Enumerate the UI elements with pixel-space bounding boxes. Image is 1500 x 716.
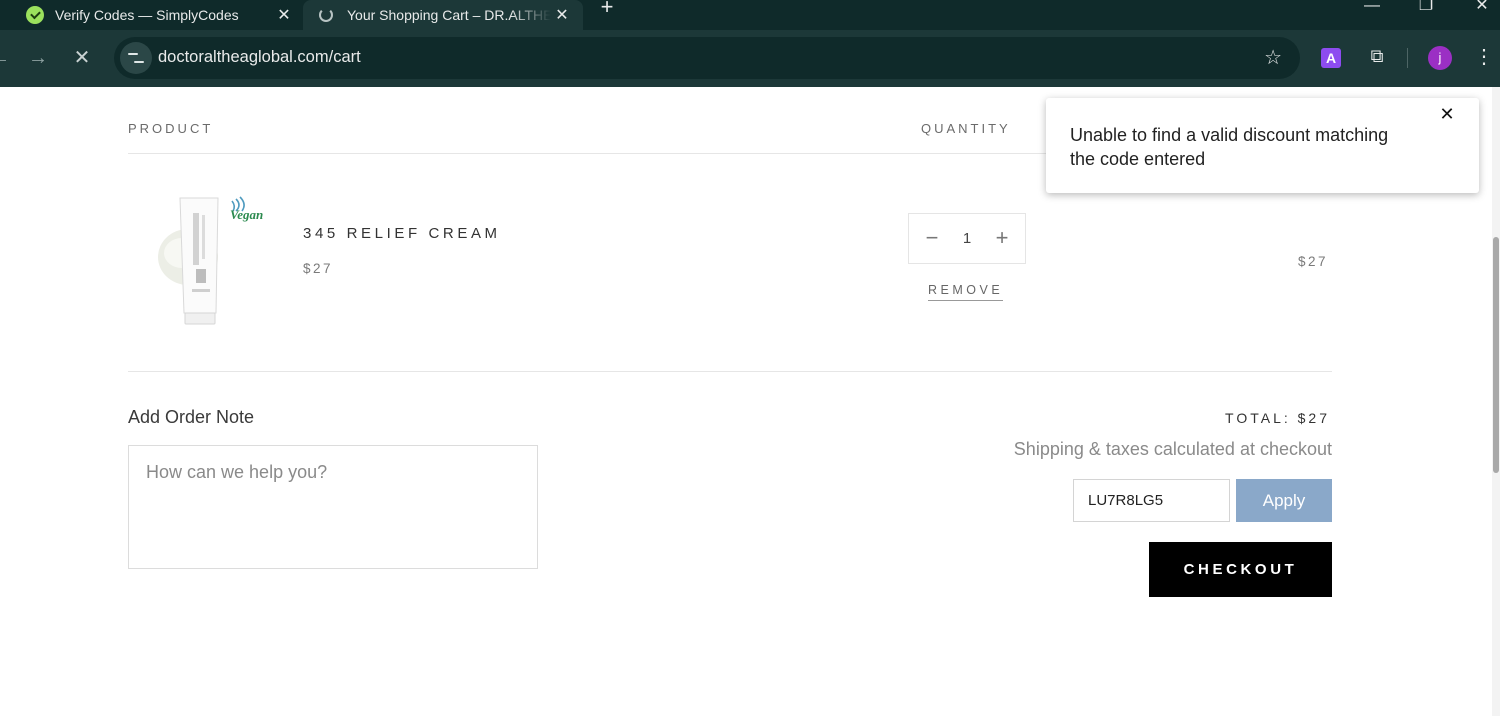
product-name[interactable]: 345 RELIEF CREAM [303,225,501,242]
order-note-textarea[interactable] [128,445,538,569]
decrease-quantity-button[interactable]: − [919,226,945,252]
restore-icon[interactable]: ❐ [1406,0,1446,24]
browser-menu-icon[interactable]: ⋮ [1474,46,1494,70]
browser-toolbar: ← → ✕ doctoraltheaglobal.com/cart ☆ A ⧉ … [0,30,1500,87]
back-icon[interactable]: ← [0,44,14,72]
quantity-value[interactable]: 1 [953,230,981,247]
address-bar[interactable]: doctoraltheaglobal.com/cart ☆ [114,37,1300,79]
checkout-button[interactable]: CHECKOUT [1149,542,1332,597]
discount-code-input[interactable] [1073,479,1230,522]
new-tab-icon[interactable]: + [596,0,618,22]
line-item-total: $27 [1298,254,1329,269]
order-note-label: Add Order Note [128,407,255,427]
tab-title: Verify Codes — SimplyCodes [55,7,239,23]
remove-item-link[interactable]: REMOVE [928,283,1004,301]
apply-discount-button[interactable]: Apply [1236,479,1332,522]
site-info-icon[interactable] [120,42,152,74]
tab-title: Your Shopping Cart – DR.ALTHEA [347,7,551,23]
page-scrollbar[interactable] [1492,87,1500,716]
tab-close-icon[interactable]: ✕ [551,5,573,25]
loading-spinner-icon [319,8,333,22]
product-image[interactable]: Vegan [152,195,272,325]
toolbar-divider [1407,48,1408,68]
quantity-column-header: QUANTITY [921,121,1011,136]
increase-quantity-button[interactable]: + [989,226,1015,252]
extensions-puzzle-icon[interactable]: ⧉ [1366,46,1388,68]
vegan-badge: Vegan [230,207,263,222]
quantity-stepper: − 1 + [908,213,1026,264]
stop-loading-icon[interactable]: ✕ [68,44,96,72]
simplycodes-favicon-icon [26,6,44,24]
product-price: $27 [303,261,334,276]
discount-error-toast: Unable to find a valid discount matching… [1046,98,1479,193]
tab-close-icon[interactable]: ✕ [273,5,295,25]
browser-tab-strip: Verify Codes — SimplyCodes ✕ Your Shoppi… [0,0,1500,30]
cart-total: TOTAL: $27 [1225,410,1330,426]
scrollbar-thumb[interactable] [1493,237,1499,473]
profile-avatar[interactable]: j [1428,46,1452,70]
product-column-header: PRODUCT [128,121,214,136]
cart-divider [128,371,1332,372]
url-text[interactable]: doctoraltheaglobal.com/cart [158,48,361,67]
tab-shopping-cart[interactable]: Your Shopping Cart – DR.ALTHEA ✕ [303,0,583,30]
shipping-taxes-note: Shipping & taxes calculated at checkout [1013,439,1332,459]
tab-verify-codes[interactable]: Verify Codes — SimplyCodes ✕ [0,0,305,30]
minimize-icon[interactable]: — [1352,0,1392,24]
forward-icon[interactable]: → [24,44,52,72]
toast-close-icon[interactable]: ✕ [1437,104,1457,124]
toast-message: Unable to find a valid discount matching… [1070,125,1389,169]
extension-a-icon[interactable]: A [1321,48,1341,68]
bookmark-star-icon[interactable]: ☆ [1264,45,1282,70]
window-close-icon[interactable]: ✕ [1462,0,1500,24]
